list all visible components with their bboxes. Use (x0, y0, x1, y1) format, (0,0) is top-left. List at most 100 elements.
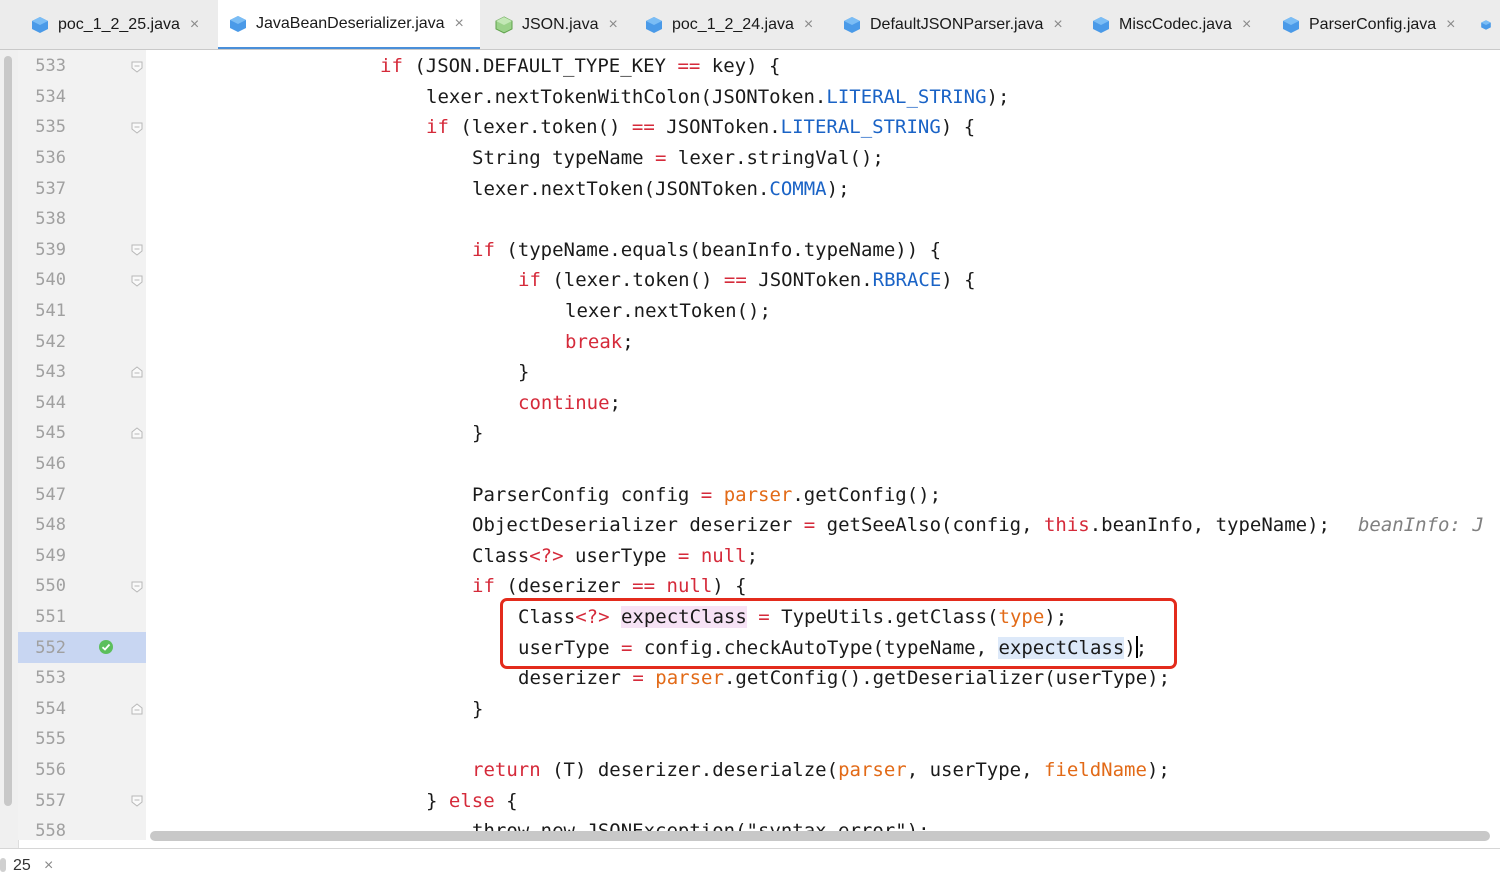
java-class-icon (495, 15, 513, 34)
parameter: fieldName (1043, 759, 1147, 781)
check-icon[interactable] (98, 639, 114, 655)
code-line-535: if (lexer.token() == JSONToken.LITERAL_S… (146, 112, 1500, 143)
code-token: .beanInfo, typeName); (1089, 514, 1330, 537)
close-icon[interactable]: × (190, 16, 199, 34)
annotation-box (500, 598, 1177, 669)
tab-defaultjsonparser[interactable]: DefaultJSONParser.java × (842, 0, 1076, 49)
operator: == (677, 55, 701, 78)
operator: = (700, 483, 713, 506)
tab-poc-1-2-25[interactable]: poc_1_2_25.java × (30, 0, 212, 49)
operator: = (632, 667, 644, 690)
code-token: ParserConfig config (472, 483, 701, 506)
java-class-icon (844, 16, 860, 33)
scrollbar-thumb[interactable] (150, 831, 1490, 841)
editor-tab-bar: poc_1_2_25.java × JavaBeanDeserializer.j… (0, 0, 1500, 50)
line-number: 538 (35, 209, 66, 230)
parameter: parser (655, 667, 724, 690)
close-icon[interactable]: × (1053, 16, 1062, 34)
code-token: (T) deserizer.deserialze( (540, 759, 839, 781)
code-editor[interactable]: if (JSON.DEFAULT_TYPE_KEY == key) { lexe… (146, 50, 1500, 840)
code-token: .getConfig(); (792, 483, 942, 506)
operator: == (723, 269, 747, 292)
line-number: 533 (35, 56, 66, 77)
line-number: 543 (35, 362, 66, 383)
code-token: deserizer (518, 667, 633, 690)
line-number: 534 (35, 86, 66, 107)
fold-end-icon[interactable] (131, 703, 143, 715)
code-line-537: lexer.nextToken(JSONToken.COMMA); (146, 174, 1500, 205)
line-number: 547 (35, 484, 66, 505)
code-line-534: lexer.nextTokenWithColon(JSONToken.LITER… (146, 82, 1500, 113)
tab-label: poc_1_2_25.java (58, 15, 180, 33)
line-number: 555 (35, 729, 66, 750)
vertical-scrollbar[interactable] (0, 50, 19, 850)
code-token: ); (826, 177, 850, 200)
horizontal-scrollbar[interactable] (146, 828, 1500, 842)
tab-overflow[interactable] (1480, 0, 1500, 49)
fold-end-icon[interactable] (131, 427, 143, 439)
code-token: Class (472, 544, 530, 567)
code-token: lexer.stringVal(); (666, 147, 884, 169)
fold-marker-icon[interactable] (131, 581, 143, 593)
tab-javabeandeserializer[interactable]: JavaBeanDeserializer.java × (218, 0, 480, 49)
fold-marker-icon[interactable] (131, 61, 143, 73)
code-token: .getConfig().getDeserializer(userType); (723, 667, 1171, 690)
code-token: (lexer.token() (448, 116, 632, 139)
tool-tab-edge (0, 858, 6, 872)
close-icon[interactable]: × (1446, 16, 1455, 34)
line-number: 540 (35, 270, 66, 291)
fold-marker-icon[interactable] (131, 795, 143, 807)
tab-misccodec[interactable]: MiscCodec.java × (1091, 0, 1267, 49)
java-class-icon (1093, 16, 1109, 33)
line-number: 550 (35, 576, 66, 597)
tab-label: DefaultJSONParser.java (870, 15, 1044, 33)
code-line-533: if (JSON.DEFAULT_TYPE_KEY == key) { (146, 51, 1500, 82)
bottom-tool-tab[interactable]: 25 × (0, 848, 1500, 875)
code-token: JSONToken. (654, 116, 781, 139)
java-class-icon (32, 16, 48, 33)
keyword: if (426, 116, 449, 139)
java-class-icon (230, 15, 246, 32)
keyword: return (472, 759, 541, 781)
code-token: (deserizer (494, 575, 633, 598)
close-icon[interactable]: × (455, 15, 464, 33)
tab-json[interactable]: JSON.java × (494, 0, 626, 49)
keyword: break (565, 330, 623, 353)
code-token: getSeeAlso(config, (815, 514, 1044, 537)
code-line-536: String typeName = lexer.stringVal(); (146, 143, 1500, 174)
code-token: userType (563, 544, 678, 567)
keyword: this (1043, 514, 1090, 537)
tab-label: MiscCodec.java (1119, 15, 1232, 33)
tab-label: JavaBeanDeserializer.java (256, 14, 445, 32)
line-number: 553 (35, 668, 66, 689)
close-icon[interactable]: × (1242, 16, 1251, 34)
tab-label: poc_1_2_24.java (672, 15, 794, 33)
fold-marker-icon[interactable] (131, 244, 143, 256)
keyword: continue (518, 391, 610, 414)
close-icon[interactable]: × (804, 16, 813, 34)
fold-marker-icon[interactable] (131, 275, 143, 287)
code-token: (JSON.DEFAULT_TYPE_KEY (402, 55, 678, 78)
constant: COMMA (769, 177, 827, 200)
parameter: parser (838, 759, 907, 781)
scrollbar-thumb[interactable] (4, 56, 12, 806)
inline-debug-hint: beanInfo: J (1357, 514, 1484, 537)
operator: = (655, 147, 667, 169)
line-number: 557 (35, 790, 66, 811)
tab-poc-1-2-24[interactable]: poc_1_2_24.java × (644, 0, 828, 49)
keyword: if (472, 238, 495, 261)
code-token: { (494, 789, 518, 812)
close-icon[interactable]: × (44, 857, 53, 875)
fold-end-icon[interactable] (131, 366, 143, 378)
code-line-556: return (T) deserizer.deserialze(parser, … (146, 755, 1500, 786)
tab-parserconfig[interactable]: ParserConfig.java × (1281, 0, 1477, 49)
code-line-540: if (lexer.token() == JSONToken.RBRACE) { (146, 265, 1500, 296)
keyword: if (380, 55, 403, 78)
line-number: 541 (35, 301, 66, 321)
tab-label: ParserConfig.java (1309, 15, 1437, 33)
constant: LITERAL_STRING (780, 116, 941, 139)
close-icon[interactable]: × (608, 16, 617, 34)
fold-marker-icon[interactable] (131, 122, 143, 134)
